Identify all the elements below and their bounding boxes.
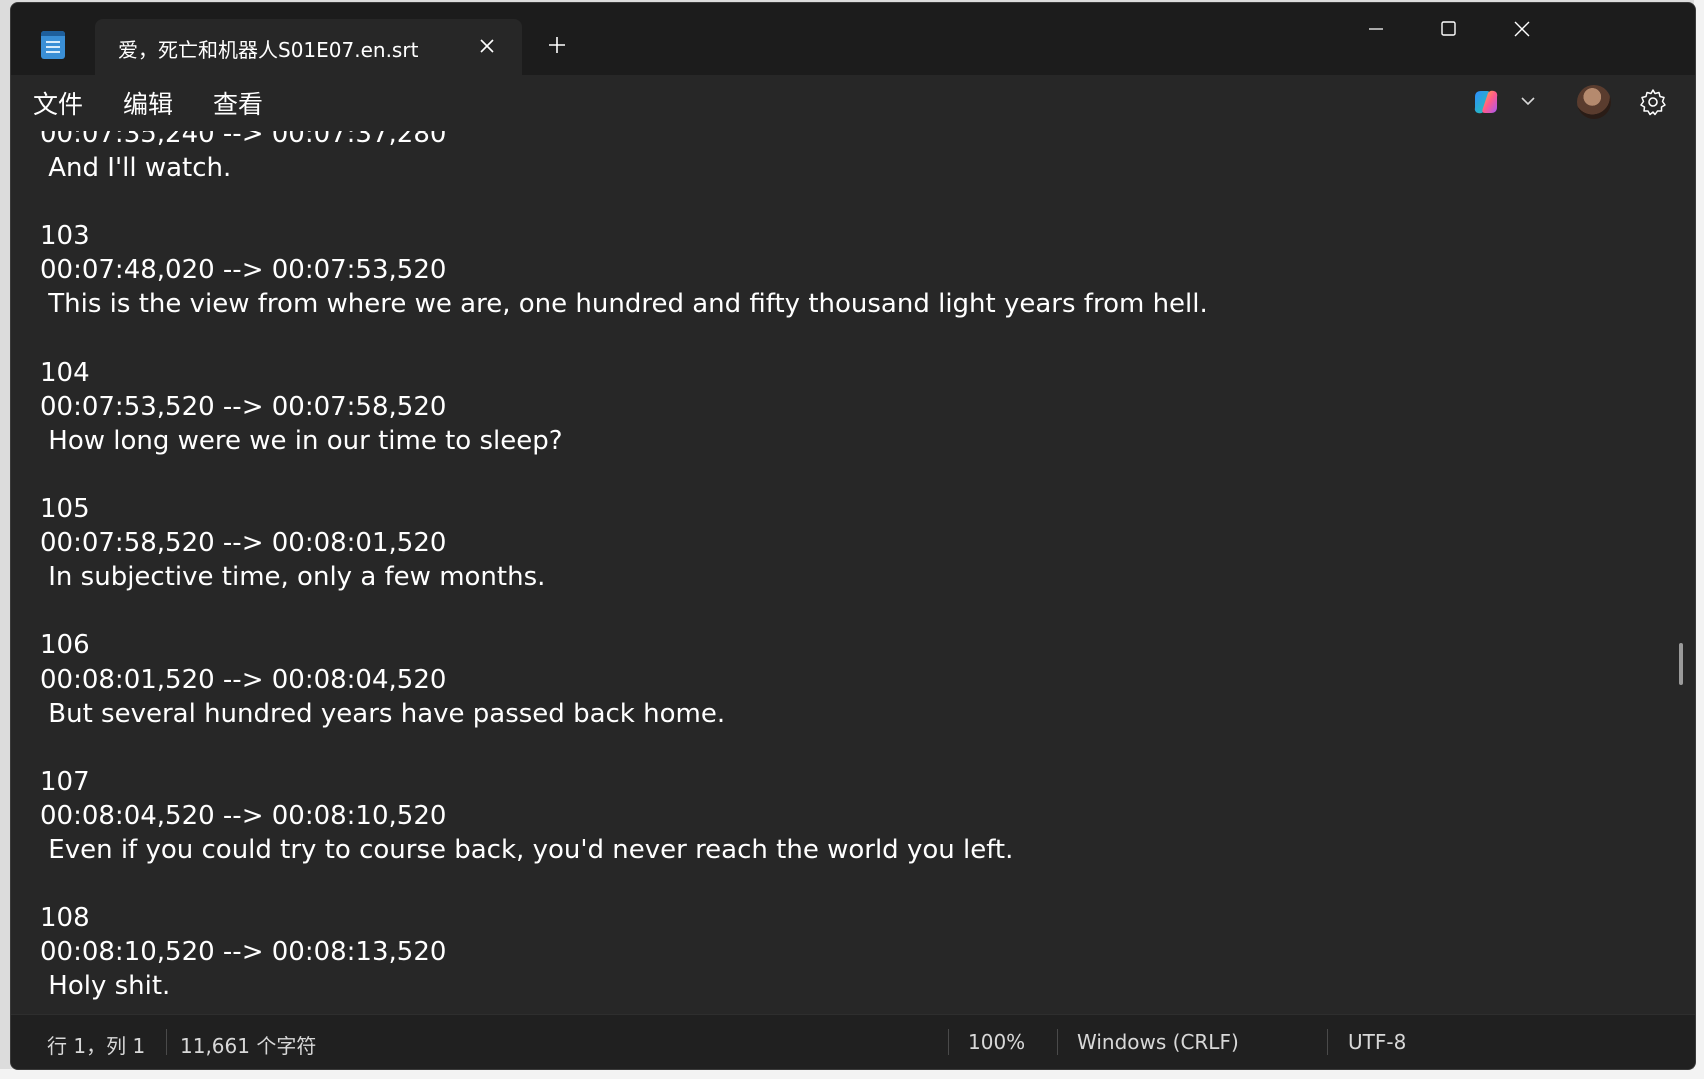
minimize-icon[interactable] [1353, 11, 1399, 47]
desktop-background [0, 1069, 1704, 1079]
status-divider [948, 1029, 949, 1055]
tab-active-file[interactable]: 爱，死亡和机器人S01E07.en.srt [95, 19, 522, 75]
cursor-position: 行 1，列 1 [47, 1034, 146, 1058]
menu-file[interactable]: 文件 [33, 85, 83, 121]
menu-view[interactable]: 查看 [213, 85, 263, 121]
notepad-icon [41, 31, 65, 59]
line-ending[interactable]: Windows (CRLF) [1077, 1030, 1239, 1054]
chevron-down-icon[interactable] [1516, 89, 1540, 113]
text-editor[interactable]: 00:07:35,240 --> 00:07:37,280 And I'll w… [11, 131, 1695, 1015]
zoom-level[interactable]: 100% [968, 1030, 1025, 1054]
status-bar: 行 1，列 1 11,661 个字符 100% Windows (CRLF) U… [11, 1014, 1695, 1069]
status-divider [166, 1029, 167, 1055]
editor-content[interactable]: 00:07:35,240 --> 00:07:37,280 And I'll w… [40, 131, 1208, 1003]
menu-bar: 文件 编辑 查看 [11, 75, 1695, 131]
maximize-icon[interactable] [1425, 11, 1471, 47]
character-count: 11,661 个字符 [180, 1034, 317, 1058]
gear-icon[interactable] [1637, 86, 1669, 118]
title-bar: 爱，死亡和机器人S01E07.en.srt [11, 3, 1695, 75]
copilot-icon[interactable] [1469, 85, 1503, 119]
close-icon[interactable] [1499, 11, 1545, 47]
status-divider [1057, 1029, 1058, 1055]
encoding[interactable]: UTF-8 [1348, 1030, 1406, 1054]
avatar[interactable] [1577, 85, 1611, 119]
tab-title: 爱，死亡和机器人S01E07.en.srt [118, 38, 419, 62]
notepad-window: 爱，死亡和机器人S01E07.en.srt 文件 编辑 查看 00:07:35,… [10, 2, 1696, 1070]
plus-icon[interactable] [541, 29, 573, 61]
close-icon[interactable] [470, 29, 504, 63]
vertical-scrollbar[interactable] [1679, 643, 1683, 685]
status-divider [1327, 1029, 1328, 1055]
menu-edit[interactable]: 编辑 [123, 85, 173, 121]
